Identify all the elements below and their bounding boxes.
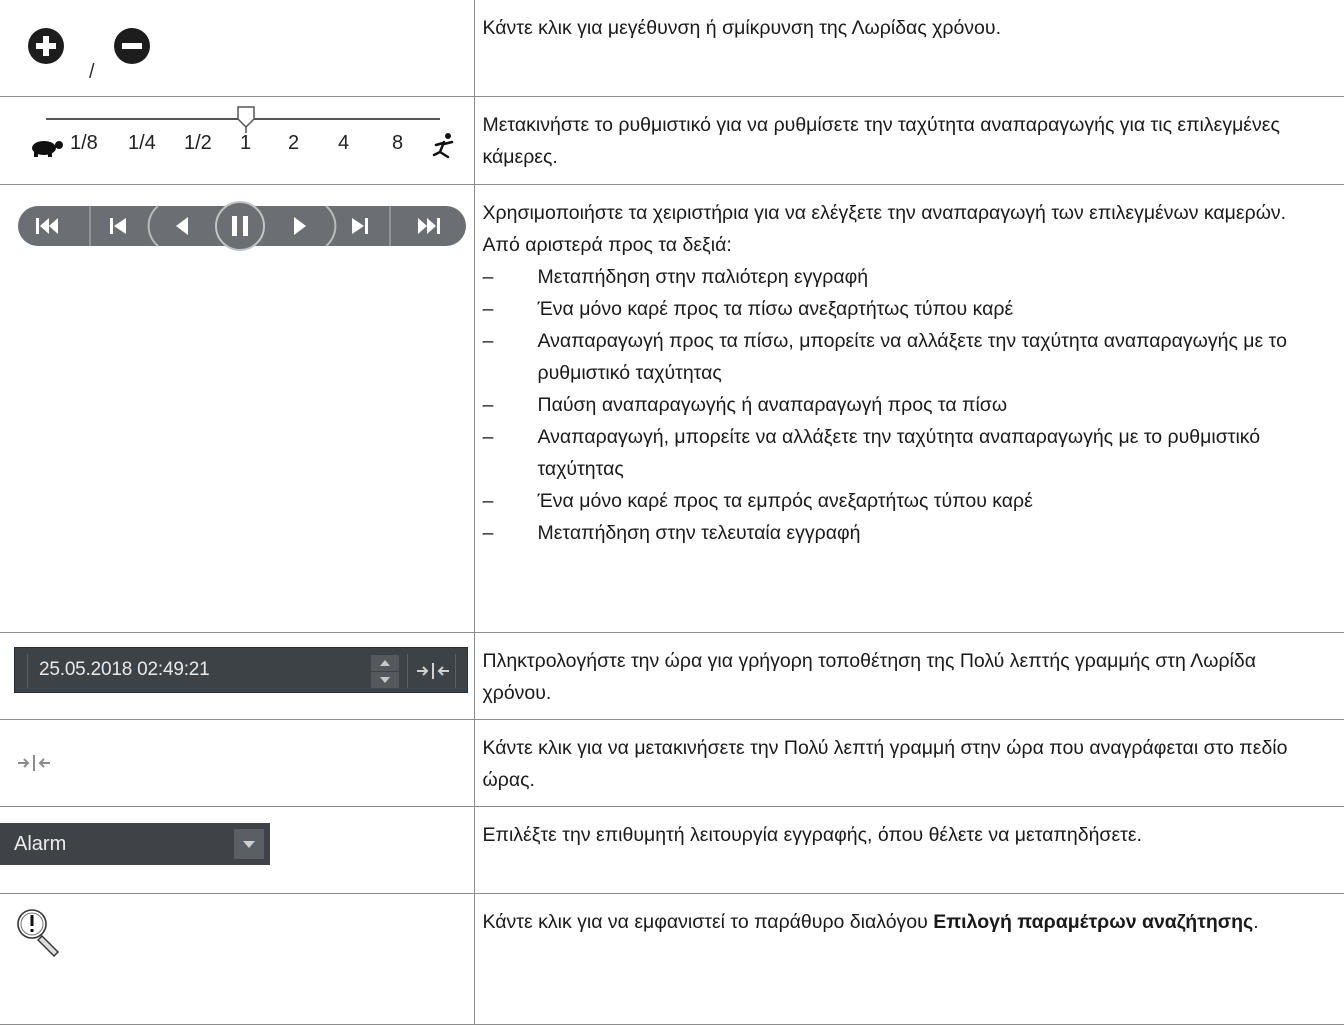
icon-cell [0, 892, 475, 1025]
search-parameters-icon[interactable] [14, 906, 66, 958]
table-row: Χρησιμοποιήστε τα χειριστήρια για να ελέ… [0, 183, 1344, 633]
list-item: – Μεταπήδηση στην τελευταία εγγραφή [482, 521, 861, 544]
chevron-down-icon[interactable] [234, 828, 264, 859]
icon-cell [0, 718, 475, 807]
table-row: Alarm Επιλέξτε την επιθυμητή λειτουργία … [0, 805, 1344, 894]
icon-cell: / [0, 0, 475, 97]
zoom-in-icon[interactable] [28, 28, 64, 64]
table-row: / Κάντε κλικ για μεγέθυνση ή σμίκρυνση τ… [0, 0, 1344, 97]
description-cell: Κάντε κλικ για να εμφανιστεί το παράθυρο… [473, 892, 1344, 1025]
description-text: Πληκτρολογήστε την ώρα για γρήγορη τοποθ… [482, 649, 1257, 704]
speed-label: 4 [338, 131, 350, 154]
dropdown-value: Alarm [14, 832, 67, 855]
playback-speed-slider[interactable]: 1/8 1/4 1/2 1 2 4 8 [0, 97, 470, 179]
table-row: Κάντε κλικ για να μετακινήσετε την Πολύ … [0, 718, 1344, 807]
description-text: Επιλέξτε την επιθυμητή λειτουργία εγγραφ… [482, 823, 1142, 846]
speed-label: 1 [240, 131, 252, 154]
description-text: Κάντε κλικ για μεγέθυνση ή σμίκρυνση της… [482, 17, 1001, 39]
list-item: – Ένα μόνο καρέ προς τα πίσω ανεξαρτήτως … [482, 297, 1014, 320]
speed-label: 1/8 [70, 131, 98, 154]
dialog-name: Επιλογή παραμέτρων αναζήτησης [933, 910, 1254, 933]
time-up-arrow[interactable] [371, 654, 399, 671]
runner-icon [432, 132, 454, 158]
icon-cell: 25.05.2018 02:49:21 [0, 631, 475, 720]
time-field[interactable]: 25.05.2018 02:49:21 [14, 646, 468, 693]
description-cell: Μετακινήστε το ρυθμιστικό για να ρυθμίσε… [473, 95, 1344, 185]
description-cell: Κάντε κλικ για μεγέθυνση ή σμίκρυνση της… [473, 0, 1344, 97]
time-down-arrow[interactable] [371, 671, 399, 688]
speed-label: 1/4 [128, 131, 156, 154]
turtle-icon [32, 140, 63, 157]
description-cell: Πληκτρολογήστε την ώρα για γρήγορη τοποθ… [473, 631, 1344, 720]
description-text: Μετακινήστε το ρυθμιστικό για να ρυθμίσε… [482, 113, 1280, 168]
table-row: 25.05.2018 02:49:21 Πληκτρολογήστε την ώ… [0, 631, 1344, 720]
zoom-out-icon[interactable] [114, 28, 150, 64]
table-row: Κάντε κλικ για να εμφανιστεί το παράθυρο… [0, 892, 1344, 1025]
icon-cell [0, 183, 475, 633]
description-text: Χρησιμοποιήστε τα χειριστήρια για να ελέ… [482, 201, 1287, 224]
description-cell: Κάντε κλικ για να μετακινήσετε την Πολύ … [473, 718, 1344, 807]
time-value[interactable]: 25.05.2018 02:49:21 [39, 659, 210, 681]
slider-thumb[interactable] [237, 105, 255, 128]
control-list: – Μεταπήδηση στην παλιότερη εγγραφή – Ένα … [483, 261, 1331, 549]
zoom-icon-group: / [28, 28, 168, 88]
icon-cell: 1/8 1/4 1/2 1 2 4 8 [0, 95, 475, 185]
description-cell: Επιλέξτε την επιθυμητή λειτουργία εγγραφ… [473, 805, 1344, 894]
help-table: / Κάντε κλικ για μεγέθυνση ή σμίκρυνση τ… [0, 0, 1344, 1025]
jump-to-time-icon[interactable] [16, 752, 52, 774]
icon-cell: Alarm [0, 805, 475, 894]
list-item: – Ένα μόνο καρέ προς τα εμπρός ανεξαρτήτω… [482, 489, 1033, 512]
recording-mode-dropdown[interactable]: Alarm [0, 822, 270, 865]
speed-label: 8 [392, 131, 404, 154]
description-text: Κάντε κλικ για να μετακινήσετε την Πολύ … [482, 736, 1288, 791]
list-item: – Παύση αναπαραγωγής ή αναπαραγωγή προς τ… [482, 393, 1008, 416]
jump-to-time-icon[interactable] [415, 660, 451, 682]
speed-label: 1/2 [184, 131, 212, 154]
playback-controls [18, 200, 466, 251]
speed-label: 2 [288, 131, 300, 154]
description-text: Από αριστερά προς τα δεξιά: [482, 233, 732, 256]
table-row: 1/8 1/4 1/2 1 2 4 8 Μετακινήστε το ρυθμι… [0, 95, 1344, 185]
list-item: – Αναπαραγωγή προς τα πίσω, μπορείτε να α… [482, 329, 1287, 384]
list-item: – Αναπαραγωγή, μπορείτε να αλλάξετε την τ… [482, 425, 1261, 480]
description-text: Κάντε κλικ για να εμφανιστεί το παράθυρο… [482, 910, 1259, 933]
icon-separator: / [89, 61, 95, 83]
description-cell: Χρησιμοποιήστε τα χειριστήρια για να ελέ… [473, 183, 1344, 633]
list-item: – Μεταπήδηση στην παλιότερη εγγραφή [482, 265, 869, 288]
